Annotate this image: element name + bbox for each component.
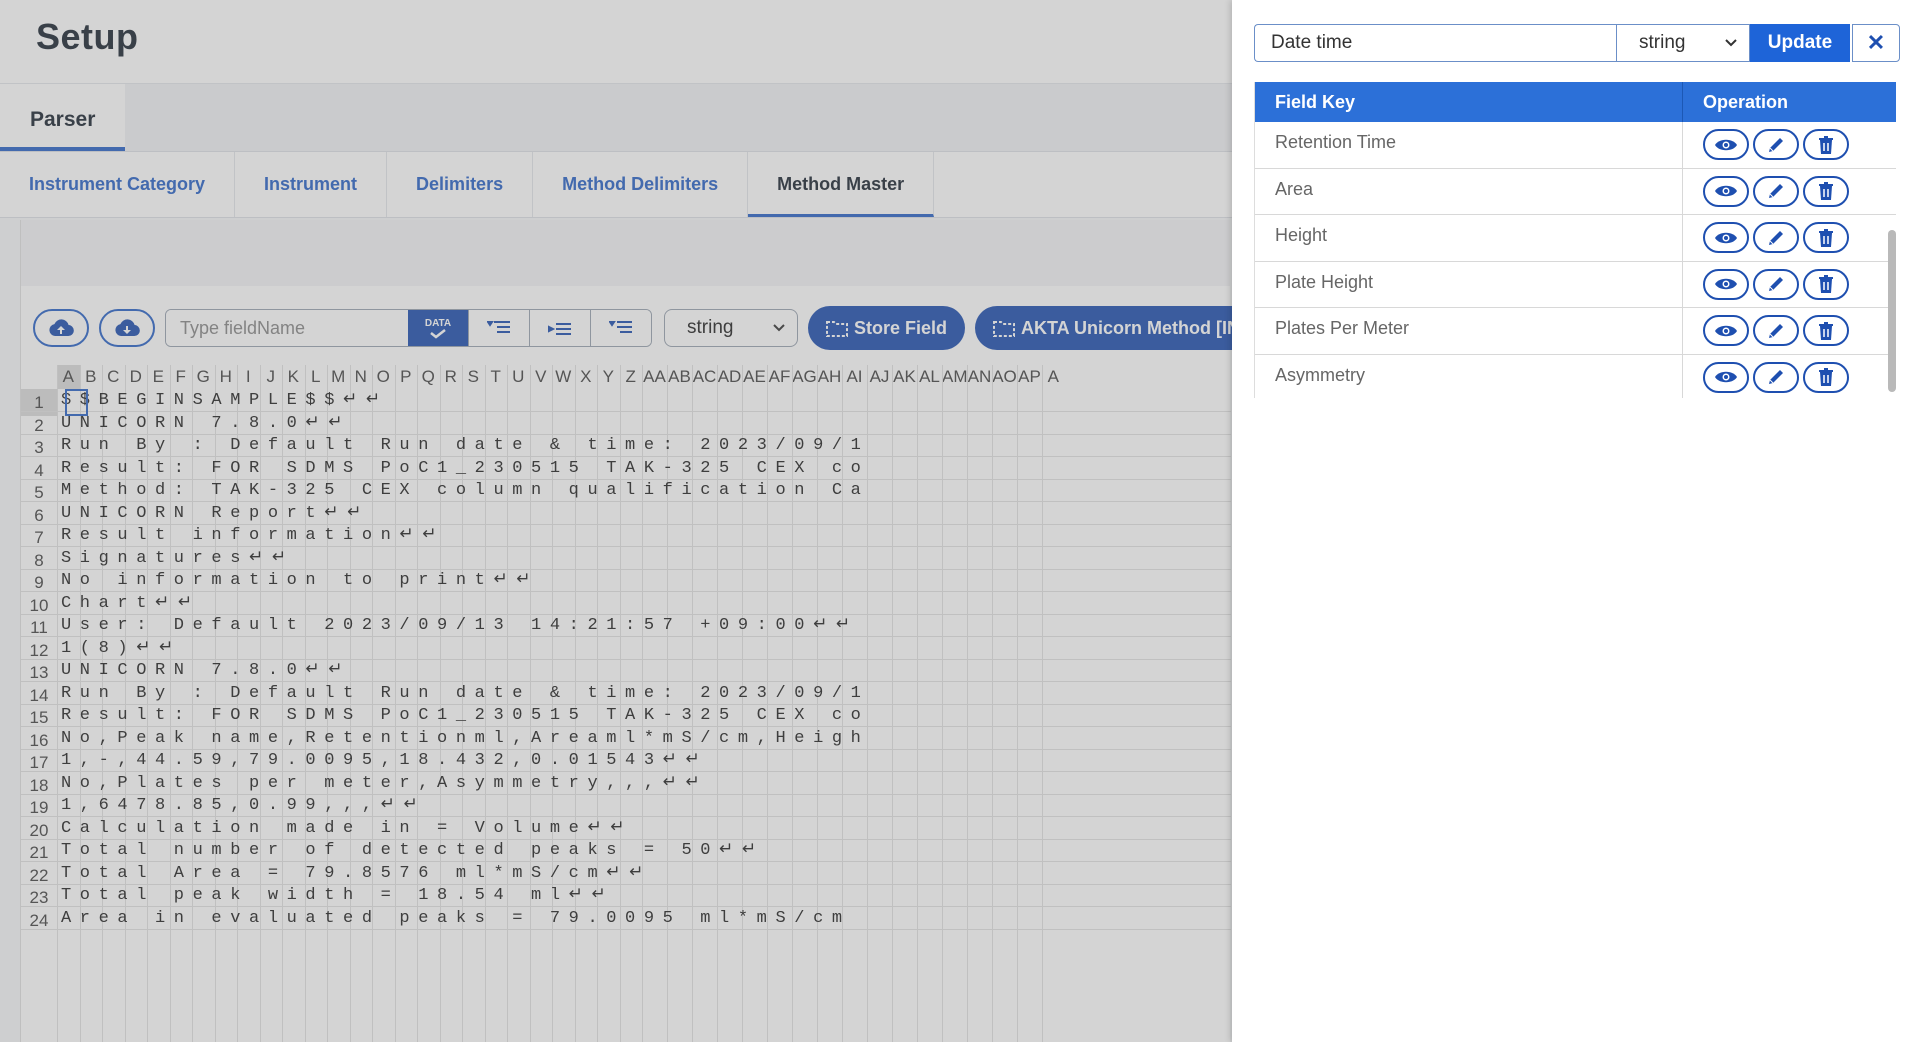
trash-icon — [1819, 228, 1833, 247]
view-button[interactable] — [1703, 222, 1749, 254]
operation-cell — [1683, 215, 1896, 261]
eye-icon — [1715, 232, 1737, 243]
pencil-icon — [1769, 323, 1783, 338]
delete-button[interactable] — [1803, 222, 1849, 254]
delete-button[interactable] — [1803, 175, 1849, 207]
field-key-cell: Area — [1255, 168, 1683, 214]
eye-icon — [1715, 372, 1737, 383]
table-body: Retention Time Area Height Plate Height Plat… — [1255, 122, 1896, 398]
trash-icon — [1819, 135, 1833, 154]
edit-button[interactable] — [1753, 129, 1799, 161]
delete-button[interactable] — [1803, 361, 1849, 393]
edit-button[interactable] — [1753, 361, 1799, 393]
view-button[interactable] — [1703, 175, 1749, 207]
trash-icon — [1819, 182, 1833, 201]
field-key-cell: Plate Height — [1255, 261, 1683, 307]
field-drawer: string Update ✕ Field Key Operation Rete… — [1232, 0, 1917, 1042]
edit-button[interactable] — [1753, 222, 1799, 254]
table-row[interactable]: Retention Time — [1255, 122, 1896, 169]
column-header-field-key: Field Key — [1255, 82, 1683, 122]
table-row[interactable]: Area — [1255, 168, 1896, 215]
operation-cell — [1683, 262, 1896, 308]
column-header-operation: Operation — [1703, 92, 1789, 112]
table-row[interactable]: Asymmetry — [1255, 354, 1896, 399]
view-button[interactable] — [1703, 129, 1749, 161]
field-key-cell: Plates Per Meter — [1255, 308, 1683, 354]
delete-button[interactable] — [1803, 129, 1849, 161]
field-type-select[interactable]: string — [1616, 24, 1750, 62]
operation-cell — [1683, 169, 1896, 215]
eye-icon — [1715, 186, 1737, 197]
table-scrollbar[interactable] — [1888, 230, 1896, 392]
edit-button[interactable] — [1753, 268, 1799, 300]
edit-button[interactable] — [1753, 175, 1799, 207]
operation-cell — [1683, 308, 1896, 354]
operation-cell — [1683, 355, 1896, 399]
close-icon: ✕ — [1866, 30, 1886, 55]
field-key-cell: Retention Time — [1255, 122, 1683, 168]
eye-icon — [1715, 279, 1737, 290]
pencil-icon — [1769, 370, 1783, 385]
pencil-icon — [1769, 137, 1783, 152]
operation-cell — [1683, 122, 1896, 168]
field-edit-bar: string Update ✕ — [1254, 24, 1900, 62]
field-value-input[interactable] — [1254, 24, 1616, 62]
table-row[interactable]: Plate Height — [1255, 261, 1896, 308]
delete-button[interactable] — [1803, 268, 1849, 300]
pencil-icon — [1769, 277, 1783, 292]
modal-backdrop[interactable] — [0, 0, 1232, 1042]
field-type-value: string — [1639, 32, 1686, 53]
edit-button[interactable] — [1753, 315, 1799, 347]
close-button[interactable]: ✕ — [1852, 24, 1900, 62]
pencil-icon — [1769, 230, 1783, 245]
field-key-cell: Asymmetry — [1255, 354, 1683, 398]
trash-icon — [1819, 275, 1833, 294]
table-row[interactable]: Height — [1255, 215, 1896, 262]
eye-icon — [1715, 139, 1737, 150]
chevron-down-icon — [1725, 39, 1737, 47]
field-key-table: Field Key Operation Retention Time Area He… — [1254, 82, 1896, 398]
trash-icon — [1819, 368, 1833, 387]
view-button[interactable] — [1703, 315, 1749, 347]
delete-button[interactable] — [1803, 315, 1849, 347]
field-key-cell: Height — [1255, 215, 1683, 261]
table-row[interactable]: Plates Per Meter — [1255, 308, 1896, 355]
table-header: Field Key Operation — [1255, 82, 1896, 122]
trash-icon — [1819, 321, 1833, 340]
update-button[interactable]: Update — [1750, 24, 1850, 62]
view-button[interactable] — [1703, 268, 1749, 300]
pencil-icon — [1769, 184, 1783, 199]
eye-icon — [1715, 325, 1737, 336]
view-button[interactable] — [1703, 361, 1749, 393]
